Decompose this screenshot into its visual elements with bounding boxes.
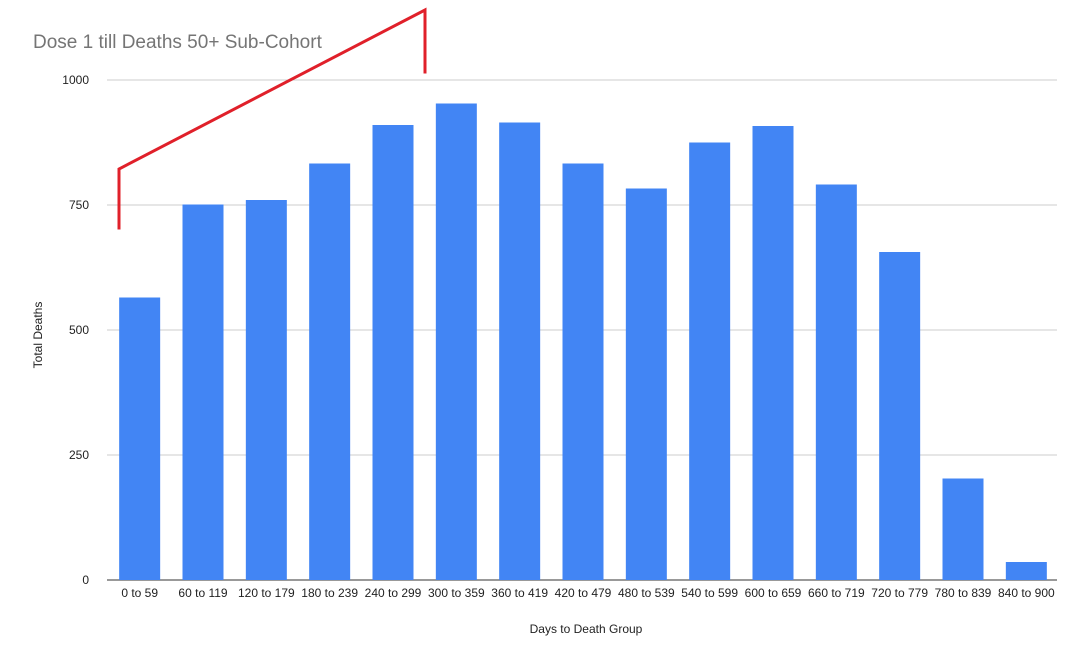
bars [119, 103, 1047, 580]
y-tick-label: 250 [69, 448, 89, 462]
bar [815, 184, 857, 580]
x-axis-title: Days to Death Group [530, 622, 643, 636]
y-tick-label: 1000 [62, 73, 89, 87]
y-tick-label: 0 [82, 573, 89, 587]
x-tick-label: 0 to 59 [121, 586, 158, 600]
x-tick-label: 420 to 479 [555, 586, 612, 600]
x-tick-label: 180 to 239 [301, 586, 358, 600]
x-tick-label: 780 to 839 [935, 586, 992, 600]
x-tick-label: 300 to 359 [428, 586, 485, 600]
x-tick-label: 720 to 779 [871, 586, 928, 600]
bar [689, 142, 731, 580]
x-tick-label: 660 to 719 [808, 586, 865, 600]
y-tick-label: 500 [69, 323, 89, 337]
x-tick-label: 600 to 659 [745, 586, 802, 600]
bar [625, 188, 667, 580]
x-tick-label: 840 to 900 [998, 586, 1055, 600]
x-tick-label: 60 to 119 [178, 586, 227, 600]
bar [435, 103, 477, 580]
bar [245, 200, 287, 580]
x-axis-ticks: 0 to 59 60 to 119 120 to 179 180 to 239 240 … [121, 586, 1055, 600]
bar [182, 204, 224, 580]
bar [499, 122, 541, 580]
chart-title: Dose 1 till Deaths 50+ Sub-Cohort [33, 32, 323, 53]
bar [562, 163, 604, 580]
bar [1005, 562, 1047, 580]
bar [879, 252, 921, 580]
y-axis-ticks: 0 250 500 750 1000 [62, 73, 89, 587]
x-tick-label: 480 to 539 [618, 586, 675, 600]
bar [372, 125, 414, 580]
x-tick-label: 120 to 179 [238, 586, 295, 600]
bar [942, 478, 984, 580]
y-axis-title: Total Deaths [31, 302, 45, 369]
x-tick-label: 360 to 419 [491, 586, 548, 600]
bar [119, 297, 161, 580]
bar-chart: Dose 1 till Deaths 50+ Sub-Cohort 0 250 50… [31, 7, 1057, 636]
x-tick-label: 240 to 299 [365, 586, 422, 600]
bar [752, 126, 794, 580]
bar [309, 163, 351, 580]
y-tick-label: 750 [69, 198, 89, 212]
x-tick-label: 540 to 599 [681, 586, 738, 600]
